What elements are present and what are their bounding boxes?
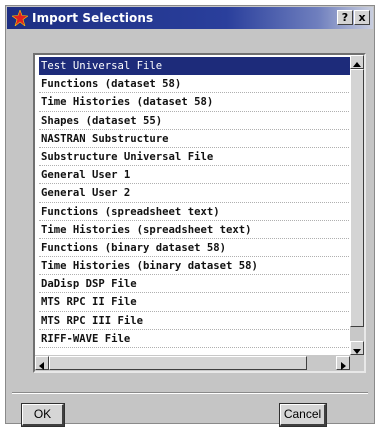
list-item[interactable]: MTS RPC III File xyxy=(39,312,351,330)
arrow-right-icon xyxy=(341,362,346,370)
import-selections-dialog: Import Selections ? x Test Universal Fil… xyxy=(5,5,375,427)
close-button[interactable]: x xyxy=(354,10,370,25)
list-item[interactable]: Time Histories (spreadsheet text) xyxy=(39,221,351,239)
list-items-container: Test Universal File Functions (dataset 58… xyxy=(39,57,351,348)
list-item[interactable]: RIFF-WAVE File xyxy=(39,330,351,348)
arrow-left-icon xyxy=(39,362,44,370)
scroll-left-button[interactable] xyxy=(35,356,49,370)
list-item[interactable]: NASTRAN Substructure xyxy=(39,130,351,148)
scrollbar-corner xyxy=(350,355,364,371)
ok-button[interactable]: OK xyxy=(21,403,65,427)
list-item[interactable]: Functions (dataset 58) xyxy=(39,75,351,94)
list-item[interactable]: Test Universal File xyxy=(39,57,351,76)
list-item[interactable]: Shapes (dataset 55) xyxy=(39,112,351,130)
list-item[interactable]: General User 2 xyxy=(39,184,351,203)
help-button[interactable]: ? xyxy=(337,10,353,25)
window-title: Import Selections xyxy=(32,11,154,25)
horizontal-scroll-thumb[interactable] xyxy=(49,356,307,370)
list-item[interactable]: Substructure Universal File xyxy=(39,148,351,167)
vertical-scrollbar[interactable] xyxy=(350,55,364,355)
list-item[interactable]: Functions (binary dataset 58) xyxy=(39,239,351,258)
divider xyxy=(12,392,368,394)
scroll-down-button[interactable] xyxy=(350,341,364,355)
list-item[interactable]: Functions (spreadsheet text) xyxy=(39,203,351,221)
app-star-icon xyxy=(11,9,29,27)
scroll-up-button[interactable] xyxy=(350,55,364,69)
list-item[interactable]: DaDisp DSP File xyxy=(39,275,351,294)
list-item[interactable]: Time Histories (binary dataset 58) xyxy=(39,257,351,276)
cancel-button[interactable]: Cancel xyxy=(279,403,327,427)
list-item[interactable]: MTS RPC II File xyxy=(39,293,351,312)
list-item[interactable]: General User 1 xyxy=(39,166,351,185)
vertical-scroll-thumb[interactable] xyxy=(350,69,364,327)
horizontal-scrollbar[interactable] xyxy=(35,355,350,371)
title-bar[interactable]: Import Selections ? x xyxy=(7,7,373,29)
scroll-right-button[interactable] xyxy=(336,356,350,370)
import-type-listbox[interactable]: Test Universal File Functions (dataset 58… xyxy=(33,53,366,373)
list-item[interactable]: Time Histories (dataset 58) xyxy=(39,93,351,112)
